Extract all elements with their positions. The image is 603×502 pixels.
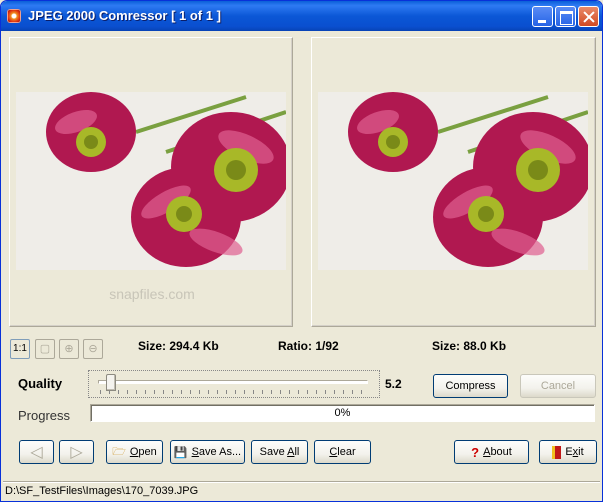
actual-size-button[interactable]: 1:1 <box>10 339 30 359</box>
fit-window-icon[interactable]: ▢ <box>35 339 55 359</box>
open-button-label: Open <box>129 446 157 458</box>
original-size: Size: 294.4 Kb <box>138 339 219 353</box>
about-button[interactable]: ? About <box>454 440 529 464</box>
exit-button-label: Exit <box>565 446 584 458</box>
progress-bar: 0% <box>90 404 595 422</box>
zoom-out-icon[interactable]: ⊖ <box>83 339 103 359</box>
previous-button[interactable]: ◁ <box>19 440 54 464</box>
status-bar: D:\SF_TestFiles\Images\170_7039.JPG <box>3 481 600 499</box>
compressed-preview-pane <box>311 37 596 327</box>
app-icon[interactable] <box>7 9 21 23</box>
minimize-icon[interactable] <box>532 6 553 27</box>
slider-thumb[interactable] <box>105 374 116 391</box>
about-button-label: About <box>483 446 512 458</box>
original-preview-pane: snapfiles.com <box>9 37 293 327</box>
save-icon: 💾 <box>173 446 188 459</box>
flower-photo-icon <box>16 92 286 270</box>
save-all-button-label: Save All <box>259 446 300 458</box>
save-as-button[interactable]: 💾 Save As... <box>170 440 245 464</box>
quality-value: 5.2 <box>385 377 402 391</box>
clear-button[interactable]: Clear <box>314 440 371 464</box>
progress-text: 0% <box>334 407 351 419</box>
arrow-left-icon: ◁ <box>30 444 43 461</box>
maximize-icon[interactable] <box>555 6 576 27</box>
next-button[interactable]: ▷ <box>59 440 94 464</box>
cancel-button[interactable]: Cancel <box>520 374 596 398</box>
compression-ratio: Ratio: 1/92 <box>278 339 339 353</box>
arrow-right-icon: ▷ <box>70 444 83 461</box>
close-icon[interactable] <box>578 6 599 27</box>
watermark: snapfiles.com <box>109 286 195 302</box>
compress-button[interactable]: Compress <box>433 374 508 398</box>
save-as-button-label: Save As... <box>191 446 242 458</box>
quality-label: Quality <box>18 376 63 391</box>
compressed-size: Size: 88.0 Kb <box>432 339 507 353</box>
window-title: JPEG 2000 Comressor [ 1 of 1 ] <box>28 8 221 23</box>
compressed-image <box>318 92 588 270</box>
app-window: JPEG 2000 Comressor [ 1 of 1 ] snapfiles… <box>0 0 603 502</box>
flower-photo-icon <box>318 92 588 270</box>
folder-icon: 🗁 <box>112 445 126 458</box>
quality-slider[interactable] <box>88 370 380 398</box>
exit-door-icon <box>552 445 562 459</box>
exit-button[interactable]: Exit <box>539 440 597 464</box>
slider-track[interactable] <box>98 380 368 384</box>
clear-button-label: Clear <box>329 446 356 458</box>
help-icon: ? <box>471 444 480 460</box>
title-bar[interactable]: JPEG 2000 Comressor [ 1 of 1 ] <box>1 1 602 31</box>
original-image <box>16 92 286 270</box>
zoom-in-icon[interactable]: ⊕ <box>59 339 79 359</box>
progress-label: Progress <box>18 408 71 423</box>
slider-ticks <box>100 390 368 394</box>
save-all-button[interactable]: Save All <box>251 440 308 464</box>
open-button[interactable]: 🗁 Open <box>106 440 163 464</box>
